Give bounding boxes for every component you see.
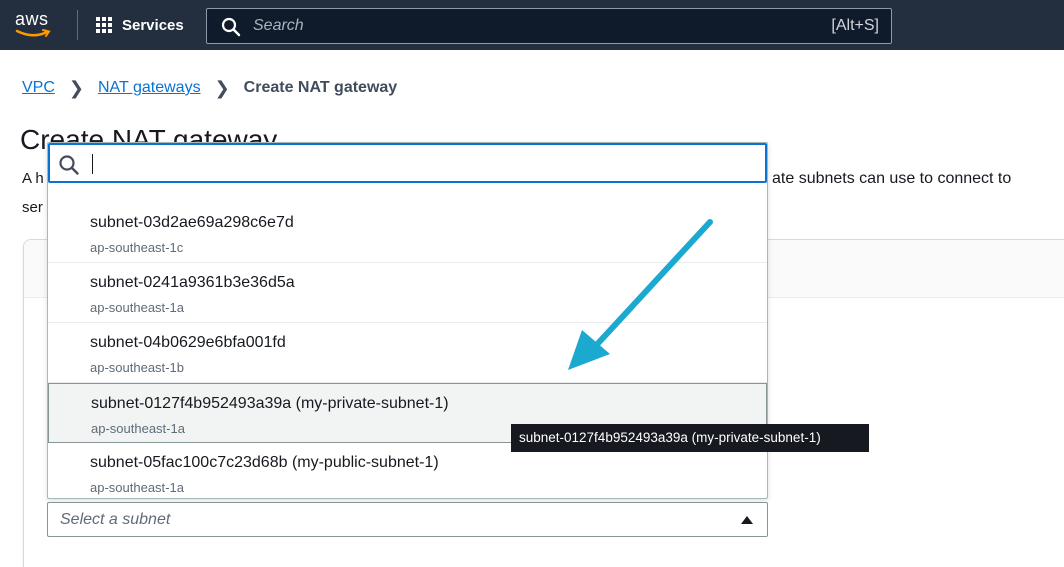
option-tooltip: subnet-0127f4b952493a39a (my-private-sub… [511, 424, 869, 452]
global-search-input[interactable]: Search [Alt+S] [206, 8, 892, 44]
subnet-option-id: subnet-0241a9361b3e36d5a [90, 274, 295, 291]
apps-grid-icon [96, 17, 112, 33]
services-menu-button[interactable]: Services [96, 14, 184, 36]
subnet-option-az: ap-southeast-1a [90, 300, 184, 315]
subnet-option-id: subnet-03d2ae69a298c6e7d [90, 214, 294, 231]
aws-logo-text: aws [15, 9, 49, 29]
chevron-right-icon: ❯ [214, 77, 230, 98]
subnet-filter[interactable] [48, 143, 767, 183]
nav-divider [77, 10, 78, 40]
top-navigation: aws Services Search [Alt+S] [0, 0, 1064, 50]
subnet-select-placeholder: Select a subnet [60, 511, 171, 528]
page-description-fragment: A h [22, 170, 44, 187]
chevron-right-icon: ❯ [68, 77, 84, 98]
subnet-select[interactable]: Select a subnet [47, 502, 768, 537]
subnet-option-az: ap-southeast-1b [90, 360, 184, 375]
search-shortcut: [Alt+S] [831, 17, 879, 34]
subnet-option-id: subnet-05fac100c7c23d68b (my-public-subn… [90, 454, 439, 471]
page-description-fragment: ser [22, 199, 43, 216]
subnet-option-id: subnet-04b0629e6bfa001fd [90, 334, 286, 351]
search-icon [221, 17, 241, 37]
breadcrumb-current: Create NAT gateway [243, 79, 398, 96]
subnet-option-id: subnet-0127f4b952493a39a (my-private-sub… [91, 395, 449, 412]
subnet-option-az: ap-southeast-1a [91, 421, 185, 436]
page-description-fragment: ate subnets can use to connect to [772, 170, 1012, 187]
breadcrumb-nat-gateways-link[interactable]: NAT gateways [98, 79, 201, 97]
text-caret [92, 154, 93, 174]
caret-up-icon [741, 516, 753, 524]
annotation-arrow-icon [568, 219, 713, 370]
search-placeholder: Search [253, 17, 304, 34]
breadcrumb: VPC ❯ NAT gateways ❯ Create NAT gateway [22, 77, 397, 99]
services-label: Services [122, 16, 184, 34]
search-icon [59, 155, 79, 175]
breadcrumb-vpc-link[interactable]: VPC [22, 79, 55, 97]
subnet-filter-input[interactable] [94, 151, 754, 177]
subnet-option-az: ap-southeast-1a [90, 480, 184, 495]
aws-logo[interactable]: aws [15, 9, 55, 39]
aws-smile-icon [15, 29, 51, 37]
subnet-option-az: ap-southeast-1c [90, 240, 184, 255]
